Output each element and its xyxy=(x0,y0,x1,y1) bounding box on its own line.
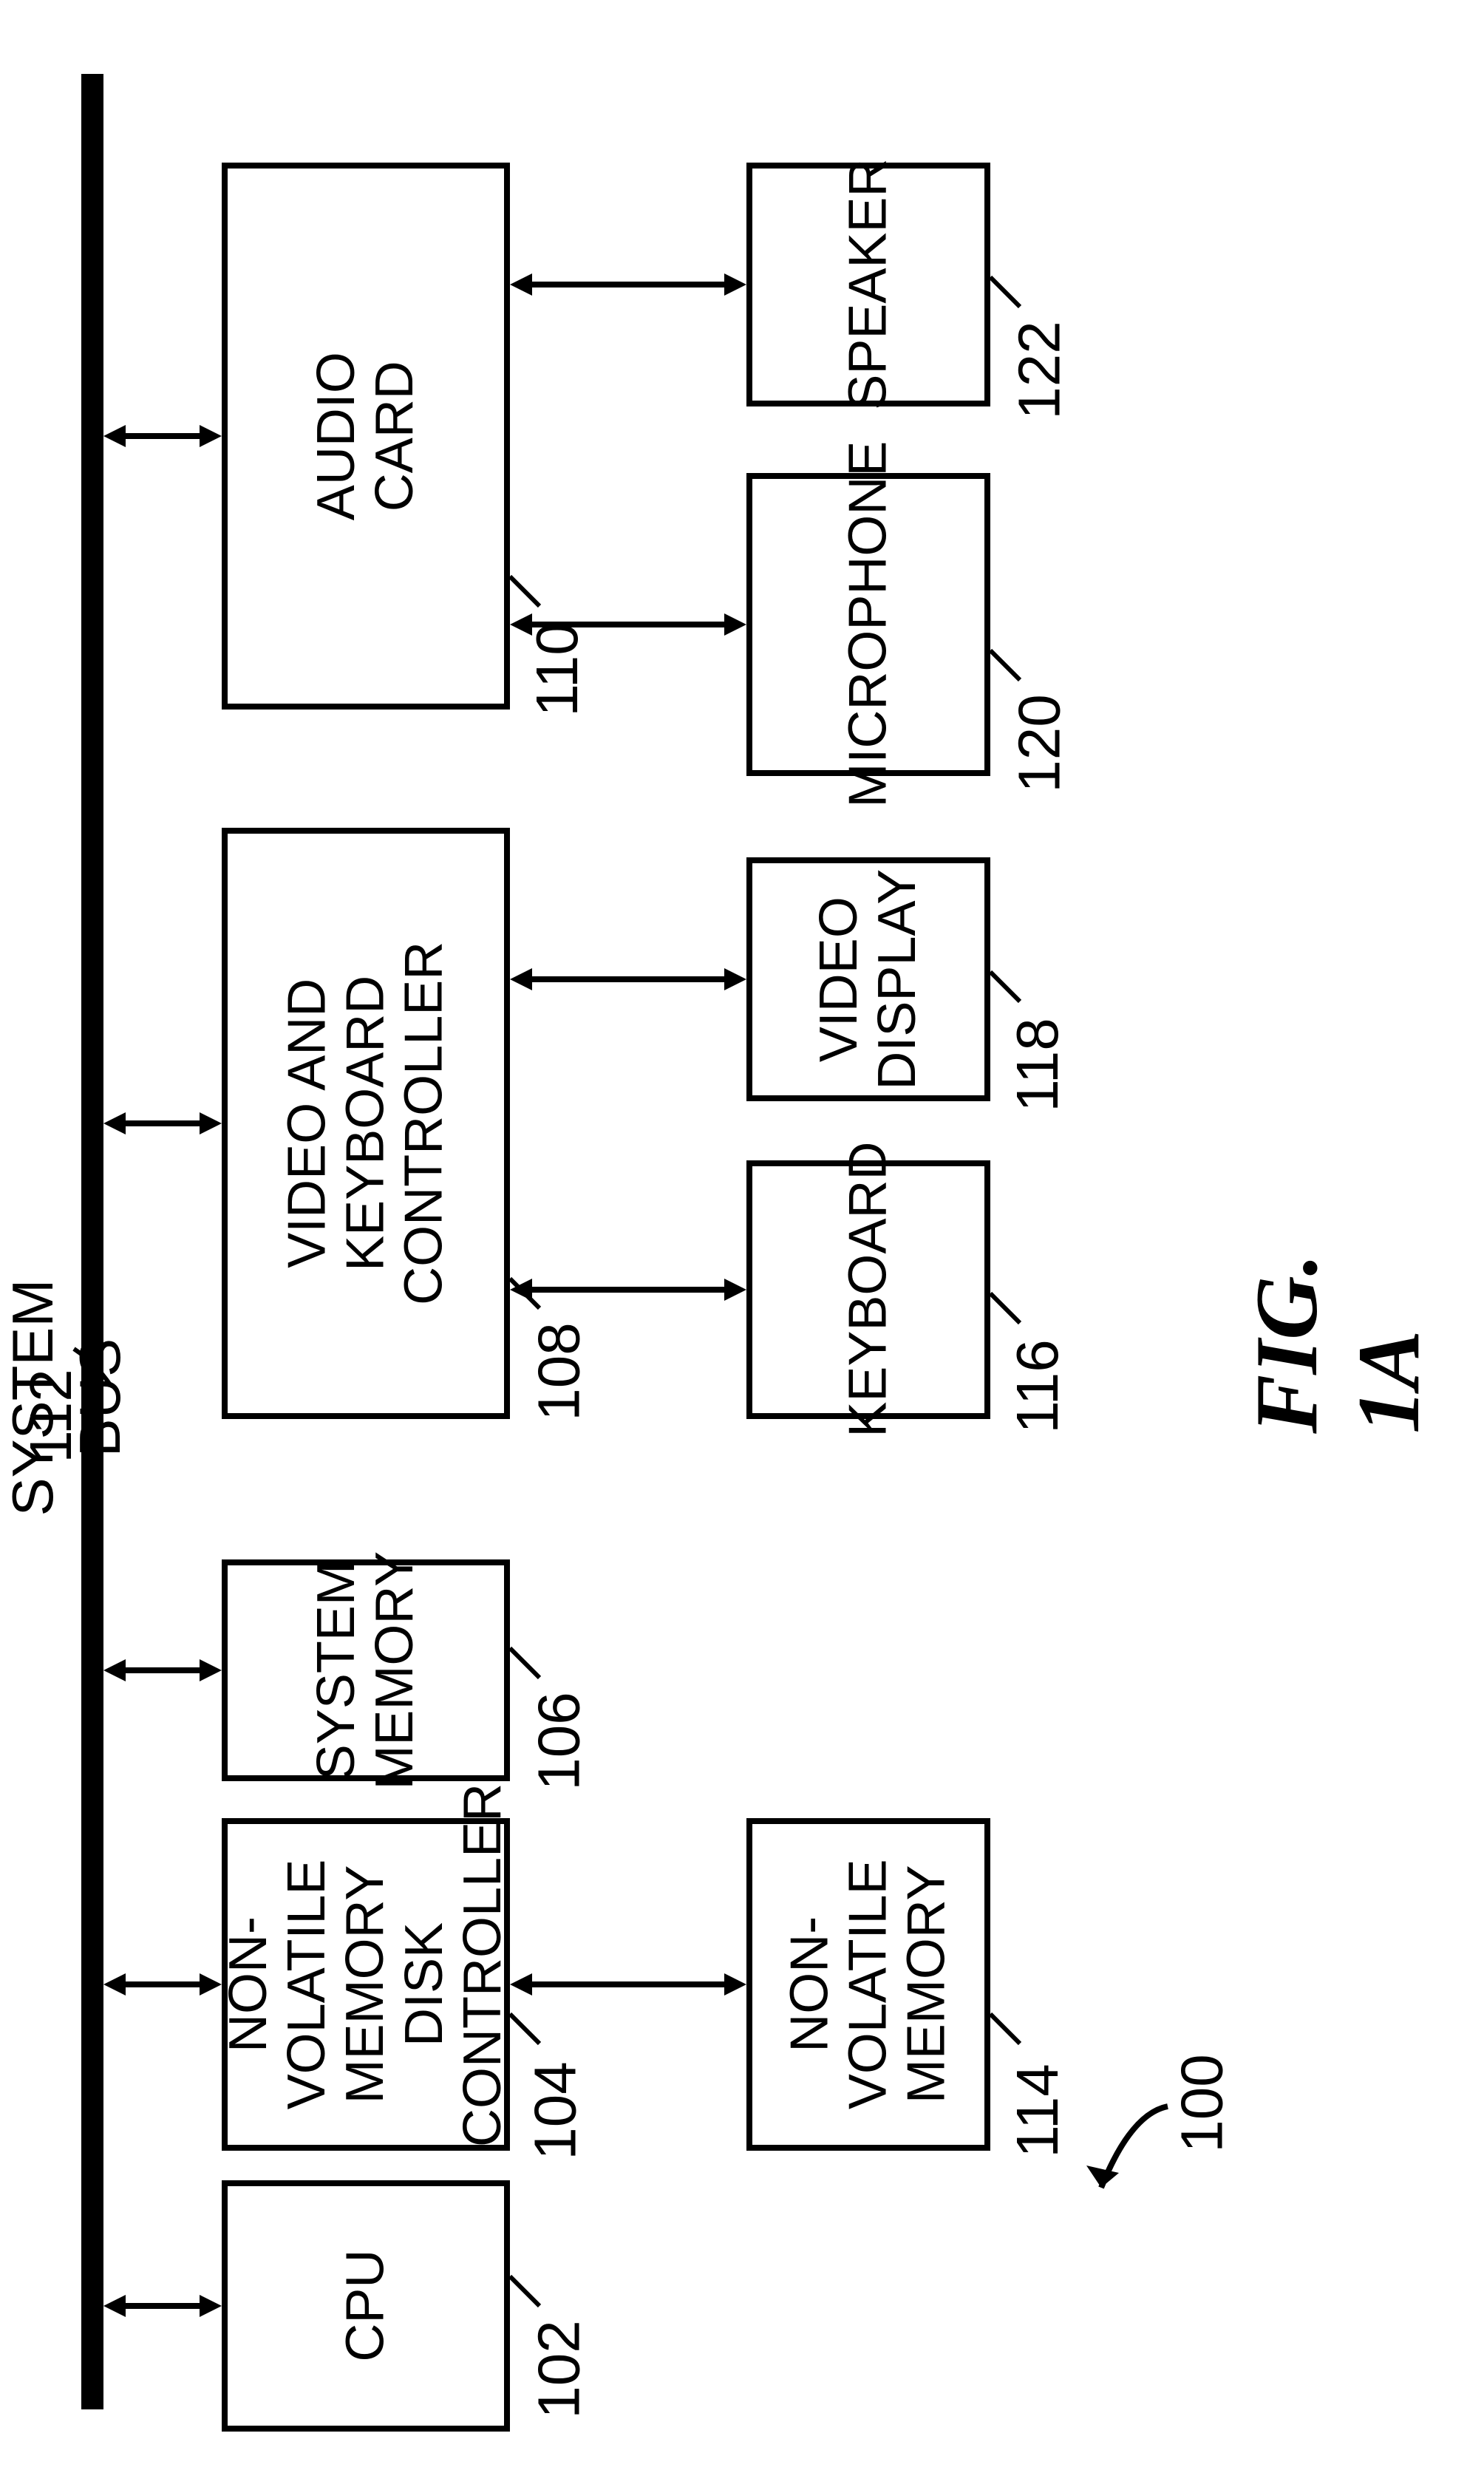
vdisplay-label: VIDEO DISPLAY xyxy=(810,869,927,1090)
vdisplay-ref-tick-icon xyxy=(987,968,1024,1005)
speaker-box: SPEAKER xyxy=(746,163,990,406)
microphone-box: MICROPHONE xyxy=(746,473,990,776)
speaker-audio-arrow-icon xyxy=(510,270,746,299)
assembly-arrow-icon xyxy=(1086,2099,1175,2217)
vdisplay-vkctrl-arrow-icon xyxy=(510,964,746,994)
figure-title: FIG. 1A xyxy=(1236,1253,1440,1433)
vkctrl-ref: 108 xyxy=(525,1322,593,1421)
nvmem-ref: 114 xyxy=(1004,2064,1072,2158)
audio-label: AUDIO CARD xyxy=(307,352,424,520)
bus-ref-tick-icon xyxy=(70,1345,115,1389)
audio-bus-arrow-icon xyxy=(103,421,222,451)
microphone-ref-tick-icon xyxy=(987,647,1024,684)
keyboard-ref-tick-icon xyxy=(987,1290,1024,1327)
microphone-ref-text: 120 xyxy=(1007,694,1072,792)
vdisplay-ref: 118 xyxy=(1004,1018,1072,1112)
nvmem-box: NON-VOLATILE MEMORY xyxy=(746,1818,990,2151)
nvmdc-ref: 104 xyxy=(522,2061,590,2160)
microphone-label: MICROPHONE xyxy=(839,441,897,808)
assembly-ref: 100 xyxy=(1168,2054,1236,2152)
cpu-label: CPU xyxy=(336,2250,395,2362)
microphone-ref: 120 xyxy=(1006,694,1074,792)
keyboard-ref-text: 116 xyxy=(1004,1339,1070,1434)
vkctrl-ref-text: 108 xyxy=(526,1322,592,1421)
assembly-ref-text: 100 xyxy=(1169,2054,1235,2152)
cpu-bus-arrow-icon xyxy=(103,2291,222,2321)
sysmem-ref-text: 106 xyxy=(526,1692,592,1790)
speaker-ref-tick-icon xyxy=(987,273,1024,310)
system-bus xyxy=(81,74,103,2409)
vdisplay-box: VIDEO DISPLAY xyxy=(746,857,990,1101)
nvmem-label: NON-VOLATILE MEMORY xyxy=(780,1860,956,2110)
keyboard-vkctrl-arrow-icon xyxy=(510,1275,746,1304)
vkctrl-label: VIDEO AND KEYBOARD CONTROLLER xyxy=(278,942,454,1305)
sysmem-ref-tick-icon xyxy=(506,1644,543,1681)
keyboard-ref: 116 xyxy=(1004,1339,1072,1434)
speaker-ref-text: 122 xyxy=(1007,321,1072,419)
vkctrl-bus-arrow-icon xyxy=(103,1109,222,1138)
cpu-ref: 102 xyxy=(525,2320,593,2418)
speaker-label: SPEAKER xyxy=(839,159,897,410)
speaker-ref: 122 xyxy=(1006,321,1074,419)
microphone-audio-arrow-icon xyxy=(510,610,746,639)
nvmdc-bus-arrow-icon xyxy=(103,1970,222,1999)
nvmdc-label: NON-VOLATILE MEMORY DISK CONTROLLER xyxy=(219,1822,512,2147)
sysmem-ref: 106 xyxy=(525,1692,593,1790)
nvmdc-ref-text: 104 xyxy=(523,2061,588,2160)
nvmem-ref-text: 114 xyxy=(1004,2064,1070,2158)
nvmem-nvmdc-arrow-icon xyxy=(510,1970,746,1999)
keyboard-box: KEYBOARD xyxy=(746,1160,990,1419)
vdisplay-ref-text: 118 xyxy=(1004,1018,1070,1112)
nvmdc-box: NON-VOLATILE MEMORY DISK CONTROLLER xyxy=(222,1818,510,2151)
figure-title-text: FIG. 1A xyxy=(1237,1253,1437,1433)
keyboard-label: KEYBOARD xyxy=(839,1142,897,1438)
cpu-ref-text: 102 xyxy=(526,2320,592,2418)
sysmem-box: SYSTEM MEMORY xyxy=(222,1559,510,1781)
audio-box: AUDIO CARD xyxy=(222,163,510,710)
cpu-ref-tick-icon xyxy=(506,2273,543,2310)
audio-ref-tick-icon xyxy=(506,573,543,610)
sysmem-bus-arrow-icon xyxy=(103,1656,222,1685)
cpu-box: CPU xyxy=(222,2180,510,2432)
sysmem-label: SYSTEM MEMORY xyxy=(307,1551,424,1790)
vkctrl-box: VIDEO AND KEYBOARD CONTROLLER xyxy=(222,828,510,1419)
nvmdc-ref-tick-icon xyxy=(506,2010,543,2047)
nvmem-ref-tick-icon xyxy=(987,2010,1024,2047)
